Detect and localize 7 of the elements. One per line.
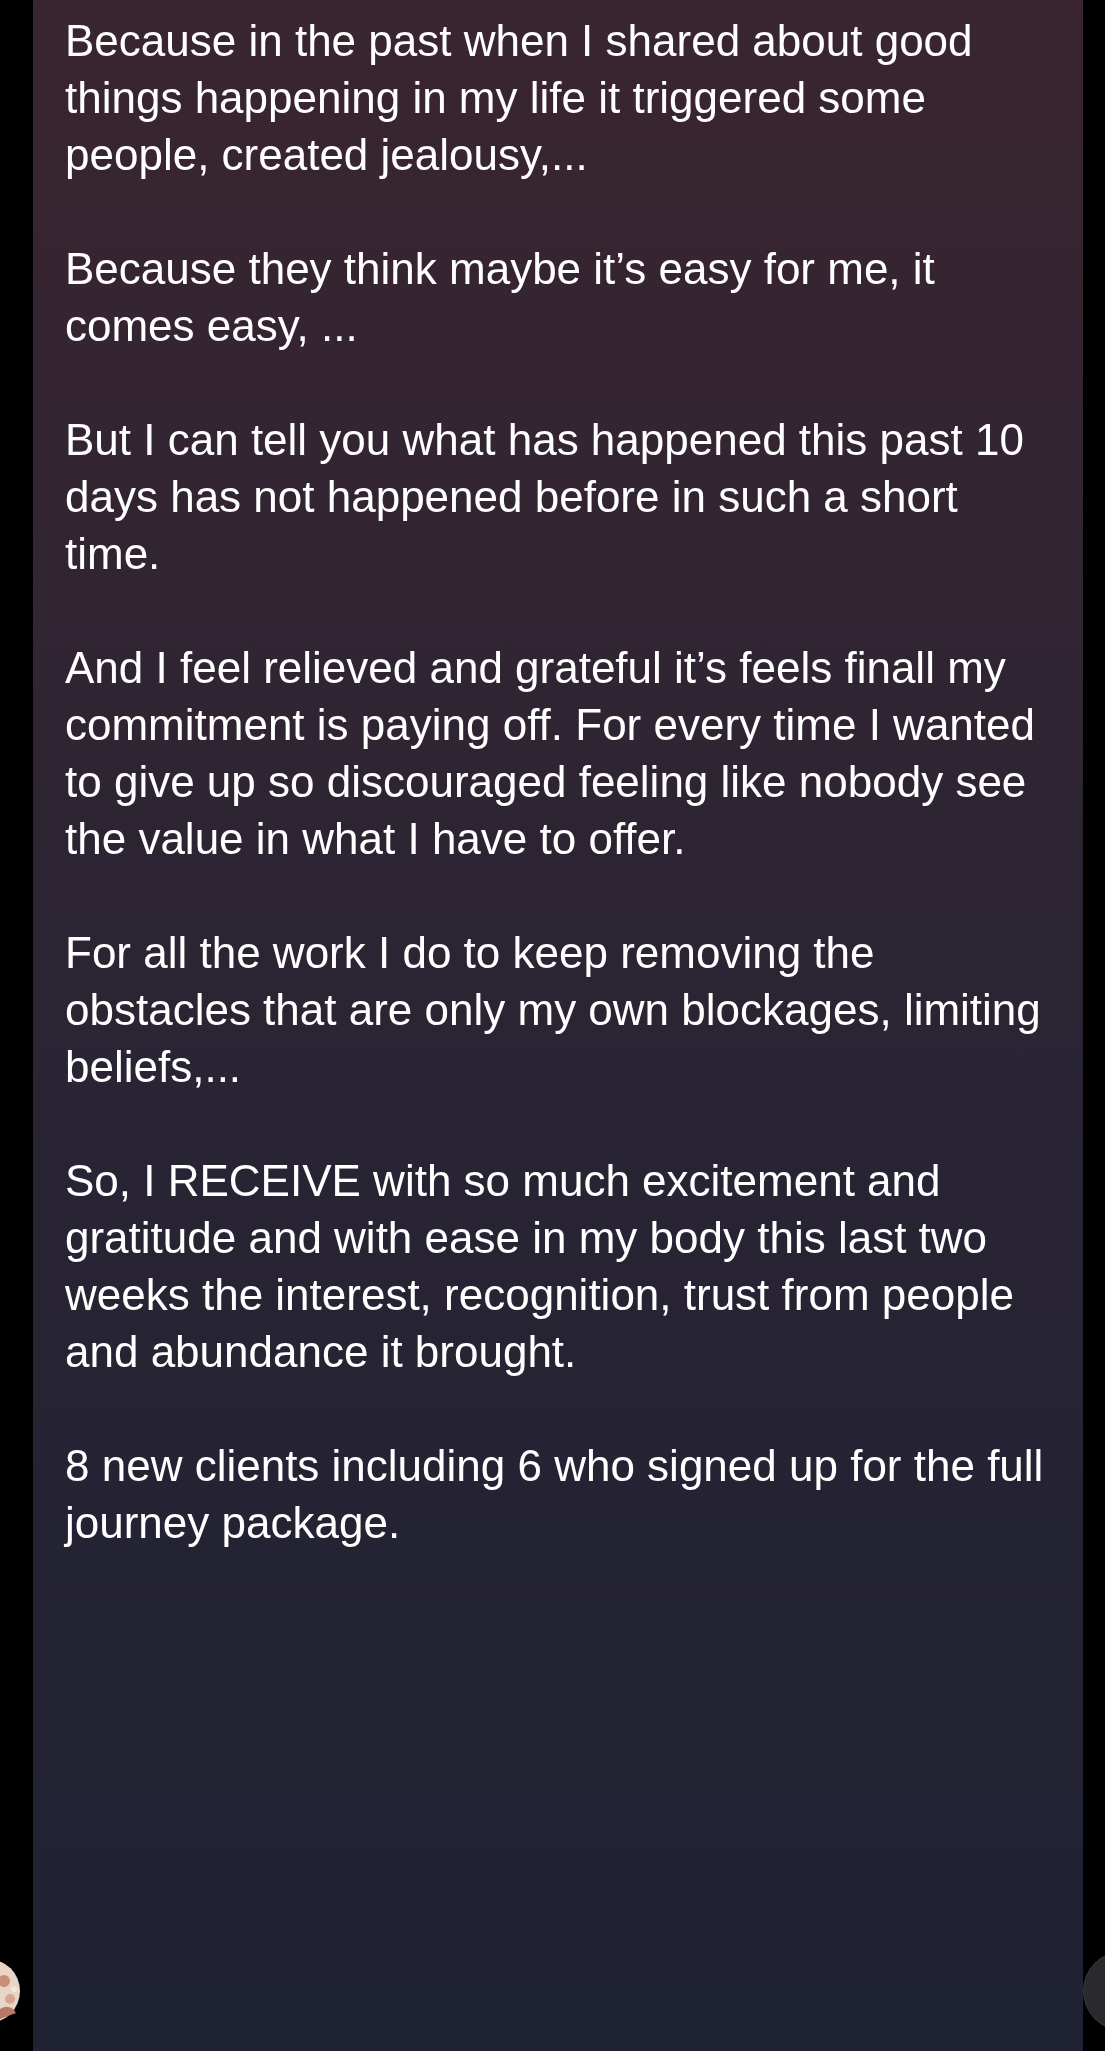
message-paragraph: And I feel relieved and grateful it’s feels finall my commitment is paying off. For every time I wanted to give up so discouraged feeling like nobody see the value in what I have to offer. (65, 642, 1036, 865)
message-paragraph: Because they think maybe it’s easy for me, it comes easy, ... (65, 243, 936, 352)
message-paragraph: But I can tell you what has happened this past 10 days has not happened before in such a short time. (65, 414, 1025, 580)
message-paragraph: So, I RECEIVE with so much excitement and gratitude and with ease in my body this last two weeks the interest, recognition, trust from people and abundance it brought. (65, 1155, 1015, 1378)
message-paragraph: Because in the past when I shared about good things happening in my life it triggered some people, created jealousy,... (65, 15, 974, 181)
message-paragraph: For all the work I do to keep removing the obstacles that are only my own blockages, limiting beliefs,... (65, 927, 1042, 1093)
message-paragraph: 8 new clients including 6 who signed up for the full journey package. (65, 1440, 1045, 1549)
